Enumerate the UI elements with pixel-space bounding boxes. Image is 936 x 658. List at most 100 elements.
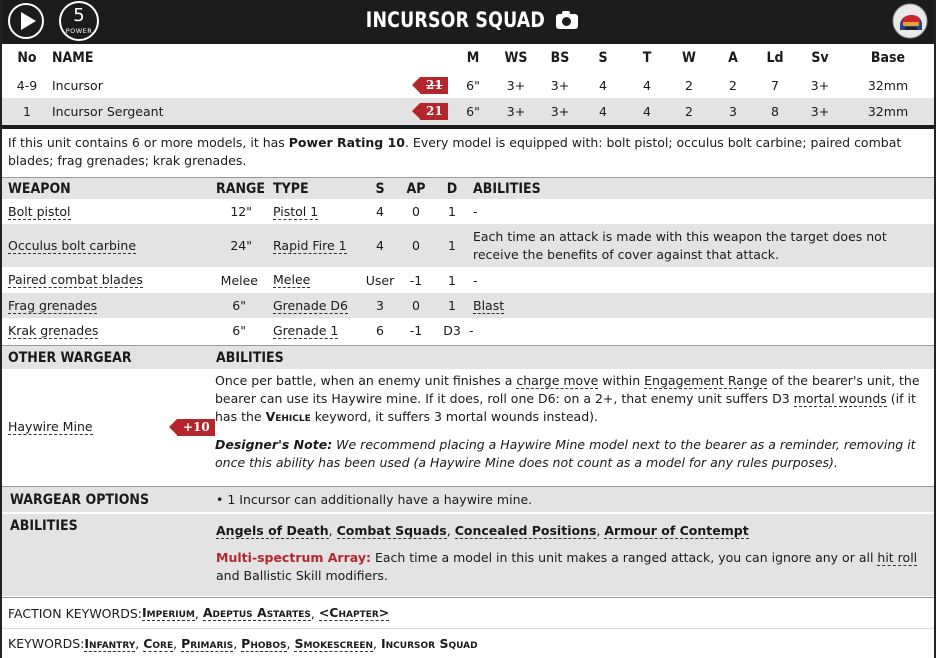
keyword-text: Incursor Squad xyxy=(381,636,478,651)
weapon-range: 24" xyxy=(230,238,252,253)
points-cost-badge: 21 xyxy=(412,103,448,120)
charge-move-link[interactable]: charge move xyxy=(516,373,599,389)
stat-w: 2 xyxy=(685,77,693,93)
divider xyxy=(2,125,934,129)
stats-header-bs: BS xyxy=(550,50,570,66)
weapons-header-s: S xyxy=(375,180,385,197)
ability-link[interactable]: Concealed Positions xyxy=(454,523,597,539)
wargear-points-badge: +10 xyxy=(169,418,215,436)
weapon-abilities: - xyxy=(473,204,478,219)
keyword-link[interactable]: Core xyxy=(143,636,174,652)
stat-ws: 3+ xyxy=(506,77,526,93)
stats-header-w: W xyxy=(682,50,696,66)
datasheet: 5 POWER INCURSOR SQUAD No NAME M WS BS S… xyxy=(0,0,936,658)
weapon-s: 3 xyxy=(376,298,384,313)
stats-header-no: No xyxy=(17,50,37,66)
stat-ws: 3+ xyxy=(506,104,526,119)
stats-header-s: S xyxy=(598,50,608,66)
unit-title: INCURSOR SQUAD xyxy=(365,8,545,32)
stat-t: 4 xyxy=(643,77,651,93)
designers-note: Designer's Note: We recommend placing a … xyxy=(215,437,916,470)
haywire-mine-ability: Once per battle, when an enemy unit fini… xyxy=(215,372,931,472)
ability-link[interactable]: Combat Squads xyxy=(336,523,447,539)
weapon-ap: -1 xyxy=(409,272,423,288)
hit-roll-link[interactable]: hit roll xyxy=(877,550,918,566)
weapon-d: 1 xyxy=(448,238,456,253)
weapon-s: User xyxy=(365,272,395,288)
stat-m: 6" xyxy=(466,104,480,119)
weapon-type-link[interactable]: Grenade 1 xyxy=(273,323,339,339)
vehicle-keyword: Vehicle xyxy=(265,409,311,424)
keyword-link[interactable]: Primaris xyxy=(181,636,234,652)
multi-spectrum-array: Multi-spectrum Array: Each time a model … xyxy=(216,550,918,583)
camera-icon[interactable] xyxy=(556,11,579,29)
model-count: 4-9 xyxy=(16,77,38,93)
haywire-mine-link[interactable]: Haywire Mine xyxy=(8,419,93,435)
weapon-name-link[interactable]: Frag grenades xyxy=(8,298,98,314)
stats-header-row: No NAME M WS BS S T W A Ld Sv Base xyxy=(2,44,934,72)
stat-sv: 3+ xyxy=(810,77,830,93)
ability-link[interactable]: Angels of Death xyxy=(216,523,329,539)
weapon-name-link[interactable]: Krak grenades xyxy=(8,323,99,339)
weapon-range: 12" xyxy=(230,204,252,219)
weapon-row: Bolt pistol 12" Pistol 1 4 0 1 - xyxy=(2,199,934,224)
faction-keywords-row: FACTION KEYWORDS: Imperium, Adeptus Asta… xyxy=(2,597,934,628)
stats-header-ws: WS xyxy=(504,50,528,66)
wargear-abilities-header: ABILITIES xyxy=(216,349,284,366)
keywords-row: KEYWORDS: Infantry, Core, Primaris, Phob… xyxy=(2,628,934,658)
stats-header-m: M xyxy=(466,50,480,66)
weapon-s: 6 xyxy=(376,323,384,338)
stat-a: 2 xyxy=(729,77,737,93)
weapons-header-type: TYPE xyxy=(273,180,309,197)
keyword-link[interactable]: Phobos xyxy=(241,636,287,652)
wargear-header-label: OTHER WARGEAR xyxy=(8,349,132,366)
keyword-link[interactable]: <Chapter> xyxy=(318,605,390,621)
keyword-link[interactable]: Imperium xyxy=(141,605,195,621)
weapon-s: 4 xyxy=(376,204,384,219)
stat-ld: 8 xyxy=(771,104,779,119)
abilities-label: ABILITIES xyxy=(10,518,78,534)
weapon-d: D3 xyxy=(443,323,461,338)
weapon-ability-link[interactable]: Blast xyxy=(473,298,505,314)
weapon-range: Melee xyxy=(220,272,258,288)
weapon-type-link[interactable]: Melee xyxy=(273,272,311,288)
composition-text: If this unit contains 6 or more models, … xyxy=(8,135,289,150)
haywire-mine-row: Haywire Mine +10 Once per battle, when a… xyxy=(2,369,934,485)
weapon-abilities: Each time an attack is made with this we… xyxy=(473,228,887,262)
ability-link[interactable]: Armour of Contempt xyxy=(604,523,749,539)
stats-row-sergeant: 1 Incursor Sergeant 21 6" 3+ 3+ 4 4 2 3 … xyxy=(2,98,934,125)
weapon-type-link[interactable]: Rapid Fire 1 xyxy=(273,238,347,254)
stat-base: 32mm xyxy=(867,104,909,119)
keyword-link[interactable]: Adeptus Astartes xyxy=(202,605,311,621)
model-name: Incursor xyxy=(52,77,103,93)
weapon-row: Krak grenades 6" Grenade 1 6 -1 D3 - xyxy=(2,318,934,343)
faction-keywords-label: FACTION KEYWORDS: xyxy=(8,605,142,621)
stat-a: 3 xyxy=(729,104,737,119)
stat-s: 4 xyxy=(599,104,607,119)
stats-header-name: NAME xyxy=(52,50,94,66)
stat-bs: 3+ xyxy=(550,104,570,119)
mortal-wounds-link[interactable]: mortal wounds xyxy=(793,391,887,407)
stat-bs: 3+ xyxy=(550,77,570,93)
weapon-type-link[interactable]: Pistol 1 xyxy=(273,204,319,220)
weapon-row: Frag grenades 6" Grenade D6 3 0 1 Blast xyxy=(2,293,934,318)
weapon-range: 6" xyxy=(232,298,246,313)
weapon-d: 1 xyxy=(448,298,456,313)
weapons-header-row: WEAPON RANGE TYPE S AP D ABILITIES xyxy=(2,177,934,199)
weapon-name-link[interactable]: Paired combat blades xyxy=(8,272,143,288)
weapons-header-ap: AP xyxy=(406,180,426,197)
stat-ld: 7 xyxy=(771,77,779,93)
weapon-range: 6" xyxy=(232,323,246,338)
core-abilities: Angels of Death, Combat Squads, Conceale… xyxy=(216,523,749,539)
power-rating-text: Power Rating 10 xyxy=(288,135,405,150)
weapon-name-link[interactable]: Bolt pistol xyxy=(8,204,71,220)
weapon-name-link[interactable]: Occulus bolt carbine xyxy=(8,238,137,254)
weapon-type-link[interactable]: Grenade D6 xyxy=(273,298,348,314)
keyword-link[interactable]: Smokescreen xyxy=(294,636,374,652)
weapon-ap: 0 xyxy=(412,298,420,313)
engagement-range-link[interactable]: Engagement Range xyxy=(644,373,768,389)
keywords-label: KEYWORDS: xyxy=(8,636,85,651)
points-cost-badge: 21 xyxy=(412,76,448,94)
keyword-link[interactable]: Infantry xyxy=(84,636,136,652)
stats-row-incursor: 4-9 Incursor 21 6" 3+ 3+ 4 4 2 2 7 3+ 32… xyxy=(2,72,934,98)
